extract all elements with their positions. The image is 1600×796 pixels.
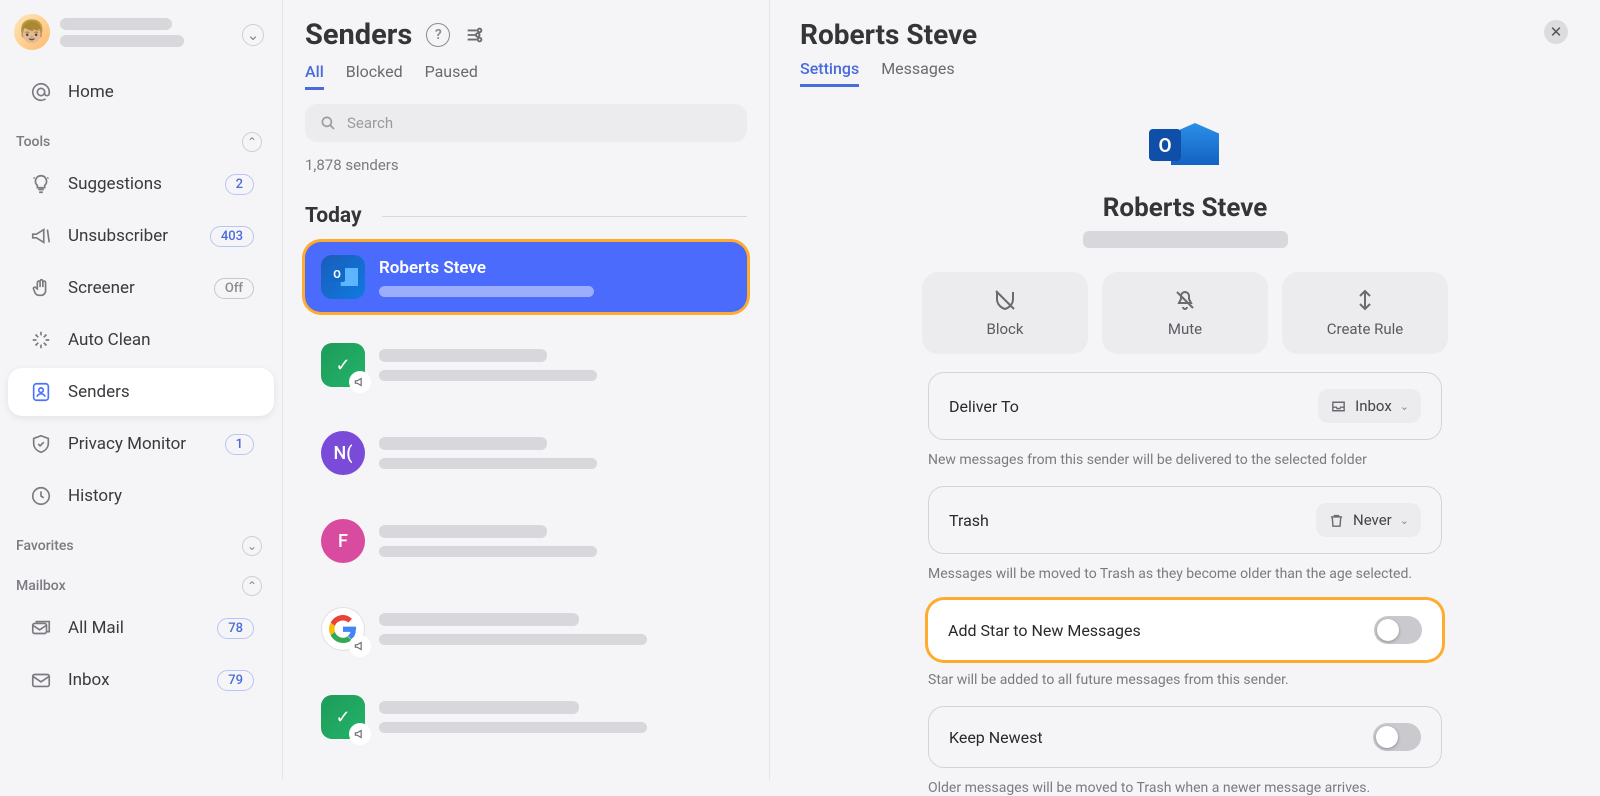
badge: 1 bbox=[225, 434, 254, 455]
sender-row[interactable]: F bbox=[305, 506, 747, 576]
block-button[interactable]: Block bbox=[922, 272, 1088, 354]
sender-detail-pane: ✕ Roberts Steve Settings Messages O Robe… bbox=[770, 0, 1600, 780]
trash-row: Trash Never ⌄ bbox=[928, 486, 1442, 554]
group-today: Today bbox=[305, 204, 747, 228]
sidebar-item-history[interactable]: History bbox=[8, 472, 274, 520]
sidebar: 👦🏼 ⌄ Home Tools ⌃ Suggestions 2 Unsubscr… bbox=[0, 0, 283, 780]
create-rule-button[interactable]: Create Rule bbox=[1282, 272, 1448, 354]
chevron-down-icon: ⌄ bbox=[1400, 514, 1409, 527]
sidebar-item-unsubscriber[interactable]: Unsubscriber 403 bbox=[8, 212, 274, 260]
google-icon bbox=[321, 607, 365, 651]
chevron-up-icon[interactable]: ⌃ bbox=[242, 132, 262, 152]
account-email-redacted bbox=[60, 35, 184, 47]
envelopes-icon bbox=[28, 615, 54, 641]
sender-row[interactable] bbox=[305, 594, 747, 664]
clock-icon bbox=[28, 483, 54, 509]
badge: 2 bbox=[225, 174, 254, 195]
keep-newest-toggle[interactable] bbox=[1373, 723, 1421, 751]
sender-row[interactable]: N( bbox=[305, 418, 747, 488]
mute-icon bbox=[1173, 288, 1197, 312]
page-title: Senders bbox=[305, 18, 412, 52]
sidebar-item-allmail[interactable]: All Mail 78 bbox=[8, 604, 274, 652]
badge: 403 bbox=[210, 226, 254, 247]
envelope-icon bbox=[28, 667, 54, 693]
sidebar-item-home[interactable]: Home bbox=[8, 68, 274, 116]
search-input[interactable]: Search bbox=[305, 104, 747, 142]
badge: 79 bbox=[217, 670, 254, 691]
badge: 78 bbox=[217, 618, 254, 639]
rule-icon bbox=[1353, 288, 1377, 312]
search-icon bbox=[319, 114, 337, 132]
megaphone-icon bbox=[349, 371, 371, 393]
deliver-help: New messages from this sender will be de… bbox=[928, 452, 1442, 468]
sender-row-roberts[interactable]: Roberts Steve bbox=[305, 242, 747, 312]
section-favorites[interactable]: Favorites ⌄ bbox=[0, 522, 282, 562]
add-star-row: Add Star to New Messages bbox=[928, 600, 1442, 660]
sender-sub-redacted bbox=[379, 286, 594, 297]
sidebar-label: Home bbox=[68, 82, 114, 102]
sender-row[interactable] bbox=[305, 682, 747, 752]
megaphone-icon bbox=[349, 635, 371, 657]
sidebar-item-autoclean[interactable]: Auto Clean bbox=[8, 316, 274, 364]
tab-all[interactable]: All bbox=[305, 62, 324, 90]
tab-blocked[interactable]: Blocked bbox=[346, 62, 403, 90]
tab-messages[interactable]: Messages bbox=[881, 59, 954, 87]
sender-count: 1,878 senders bbox=[305, 156, 747, 174]
chevron-up-icon[interactable]: ⌃ bbox=[242, 576, 262, 596]
sender-name: Roberts Steve bbox=[1103, 193, 1268, 223]
lightbulb-icon bbox=[28, 171, 54, 197]
tab-settings[interactable]: Settings bbox=[800, 59, 859, 87]
badge-off: Off bbox=[214, 278, 254, 299]
close-button[interactable]: ✕ bbox=[1544, 20, 1568, 44]
at-icon bbox=[28, 79, 54, 105]
initial-avatar: N( bbox=[321, 431, 365, 475]
detail-tabs: Settings Messages bbox=[800, 59, 1570, 87]
app-icon bbox=[321, 343, 365, 387]
mute-button[interactable]: Mute bbox=[1102, 272, 1268, 354]
shield-icon bbox=[28, 431, 54, 457]
sparkle-icon bbox=[28, 327, 54, 353]
section-tools[interactable]: Tools ⌃ bbox=[0, 118, 282, 158]
hand-icon bbox=[28, 275, 54, 301]
initial-avatar: F bbox=[321, 519, 365, 563]
deliver-to-row: Deliver To Inbox ⌄ bbox=[928, 372, 1442, 440]
keep-newest-row: Keep Newest bbox=[928, 706, 1442, 768]
star-help: Star will be added to all future message… bbox=[928, 672, 1442, 688]
sender-name: Roberts Steve bbox=[379, 258, 731, 278]
outlook-icon: O bbox=[1151, 111, 1219, 179]
section-mailbox[interactable]: Mailbox ⌃ bbox=[0, 562, 282, 602]
avatar: 👦🏼 bbox=[14, 14, 50, 50]
sender-list-pane: Senders ? All Blocked Paused Search 1,87… bbox=[283, 0, 770, 780]
contacts-icon bbox=[28, 379, 54, 405]
chevron-down-icon[interactable]: ⌄ bbox=[242, 24, 264, 46]
inbox-icon bbox=[1330, 398, 1347, 415]
sender-row[interactable] bbox=[305, 330, 747, 400]
account-name-redacted bbox=[60, 18, 172, 30]
megaphone-icon bbox=[349, 723, 371, 745]
sidebar-item-screener[interactable]: Screener Off bbox=[8, 264, 274, 312]
chevron-down-icon: ⌄ bbox=[1400, 400, 1409, 413]
outlook-icon bbox=[321, 255, 365, 299]
sidebar-item-inbox[interactable]: Inbox 79 bbox=[8, 656, 274, 704]
chevron-down-icon[interactable]: ⌄ bbox=[242, 536, 262, 556]
keep-help: Older messages will be moved to Trash wh… bbox=[928, 780, 1442, 796]
deliver-to-select[interactable]: Inbox ⌄ bbox=[1318, 389, 1421, 423]
trash-icon bbox=[1328, 512, 1345, 529]
sidebar-item-privacy[interactable]: Privacy Monitor 1 bbox=[8, 420, 274, 468]
trash-help: Messages will be moved to Trash as they … bbox=[928, 566, 1442, 582]
detail-title: Roberts Steve bbox=[800, 18, 1570, 51]
trash-select[interactable]: Never ⌄ bbox=[1316, 503, 1421, 537]
sender-email-redacted bbox=[1083, 231, 1288, 248]
app-icon bbox=[321, 695, 365, 739]
help-button[interactable]: ? bbox=[426, 23, 450, 47]
megaphone-off-icon bbox=[28, 223, 54, 249]
block-icon bbox=[993, 288, 1017, 312]
account-switcher[interactable]: 👦🏼 ⌄ bbox=[0, 10, 282, 66]
sidebar-item-senders[interactable]: Senders bbox=[8, 368, 274, 416]
add-star-toggle[interactable] bbox=[1374, 616, 1422, 644]
filter-button[interactable] bbox=[464, 24, 486, 46]
sidebar-item-suggestions[interactable]: Suggestions 2 bbox=[8, 160, 274, 208]
filter-tabs: All Blocked Paused bbox=[305, 62, 747, 90]
tab-paused[interactable]: Paused bbox=[425, 62, 478, 90]
